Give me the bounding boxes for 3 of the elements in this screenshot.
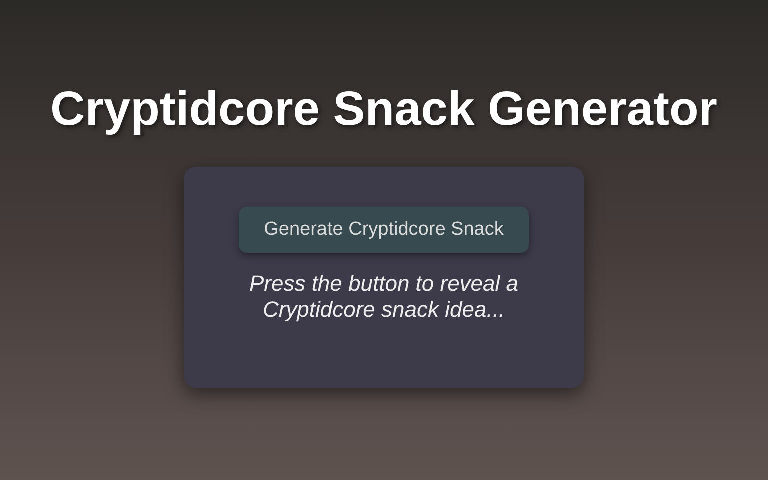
snack-message: Press the button to reveal a Cryptidcore snack idea... — [248, 271, 520, 323]
generate-button[interactable]: Generate Cryptidcore Snack — [239, 207, 529, 253]
page-title: Cryptidcore Snack Generator — [50, 82, 718, 138]
